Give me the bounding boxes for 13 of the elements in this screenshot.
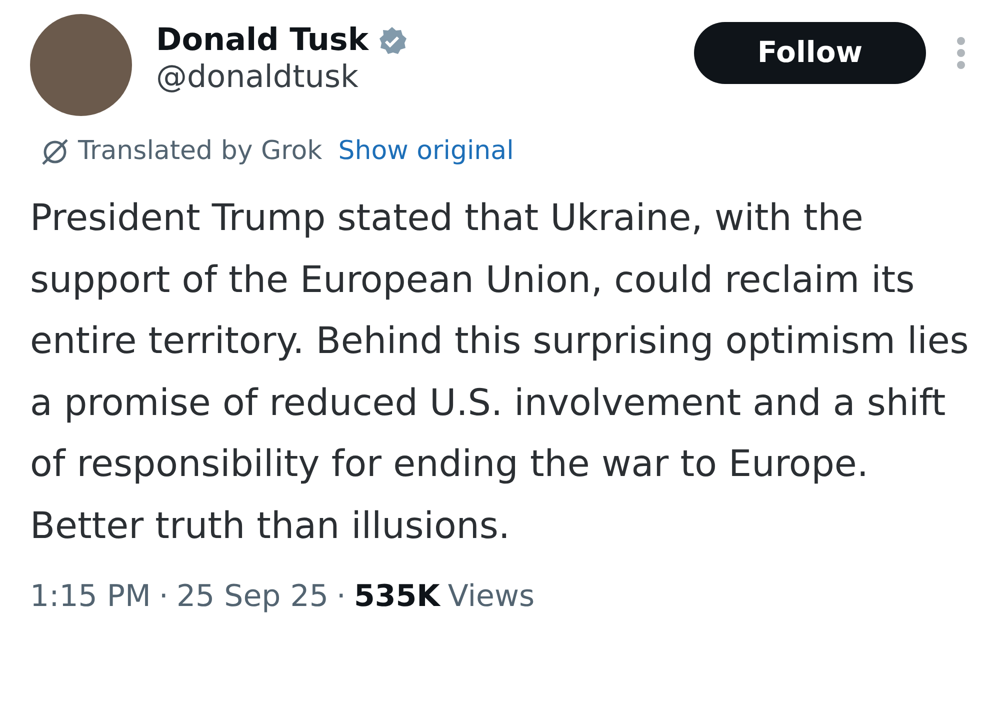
post-date: 25 Sep 25 xyxy=(176,578,328,616)
tweet-text: President Trump stated that Ukraine, with the support of the European Union, could reclaim its entire territory. Behind this surprising optimism lies a promise of reduced U.S. involvement and a shift of responsibility for ending the war to Europe. Better truth than illusions. xyxy=(30,195,970,548)
views-label: Views xyxy=(448,578,535,616)
show-original-link[interactable]: Show original xyxy=(338,132,514,171)
post-time: 1:15 PM xyxy=(30,578,151,616)
follow-button[interactable]: Follow xyxy=(694,22,926,84)
translation-label: Translated by Grok xyxy=(78,135,322,168)
display-name: Donald Tusk xyxy=(156,22,369,60)
separator: · xyxy=(158,578,168,616)
separator: · xyxy=(336,578,346,616)
user-handle: @donaldtusk xyxy=(156,59,360,96)
translate-icon xyxy=(40,136,70,166)
views-count: 535K xyxy=(354,578,440,616)
